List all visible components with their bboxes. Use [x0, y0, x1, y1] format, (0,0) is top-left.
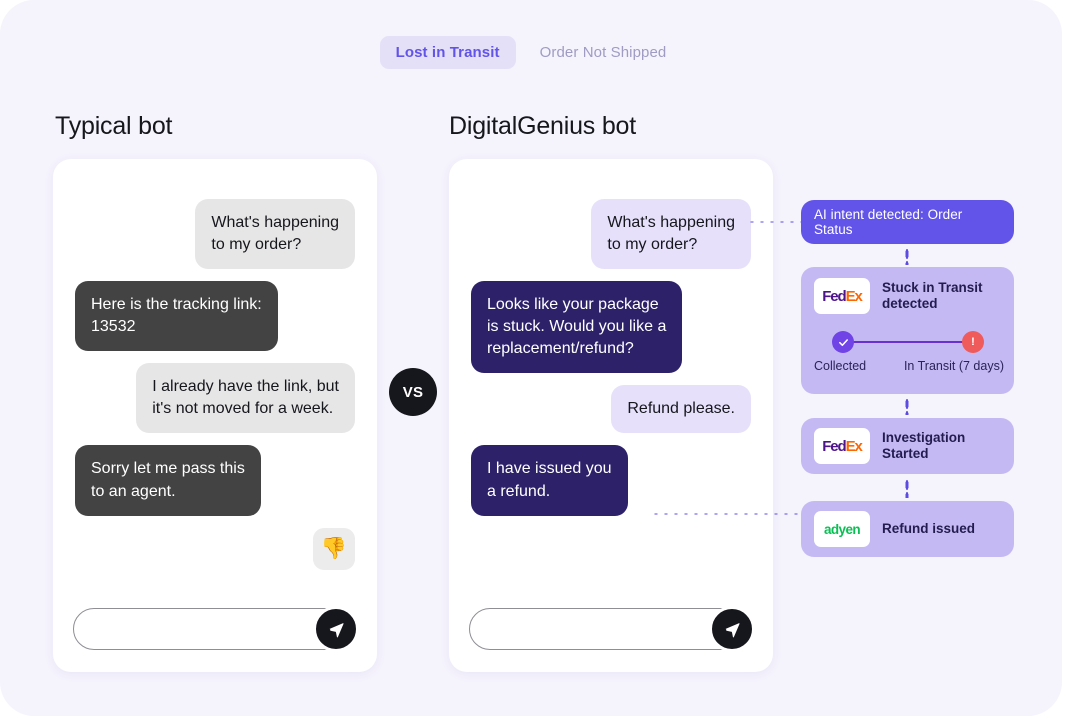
- chat-bubble-user: I already have the link, but it's not mo…: [136, 363, 355, 434]
- adyen-logo-text: adyen: [823, 521, 861, 537]
- connector-dots-vertical: [905, 479, 909, 498]
- check-icon: [832, 331, 854, 353]
- fedex-logo-text-primary: Fed: [822, 287, 846, 305]
- fedex-logo-text-secondary: Ex: [845, 287, 863, 305]
- chat-bubble-user: Refund please.: [611, 385, 751, 434]
- ai-intent-card: AI intent detected: Order Status: [801, 200, 1014, 244]
- stuck-in-transit-title: Stuck in Transit detected: [882, 279, 983, 311]
- refund-issued-card: adyen Refund issued: [801, 501, 1014, 557]
- typical-bot-chat-panel: What's happening to my order? Here is th…: [53, 159, 377, 672]
- digitalgenius-bot-composer[interactable]: [469, 606, 755, 652]
- digitalgenius-bot-chat-panel: What's happening to my order? Looks like…: [449, 159, 773, 672]
- refund-issued-title: Refund issued: [882, 520, 976, 536]
- ai-intent-label: AI intent detected: Order Status: [814, 207, 963, 237]
- chat-bubble-bot: Sorry let me pass this to an agent.: [75, 445, 261, 516]
- chat-bubble-user: What's happening to my order?: [591, 199, 751, 270]
- card-header-row: FedEx Investigation Started: [801, 418, 1014, 464]
- shipment-progress-track: !: [832, 331, 984, 353]
- tab-order-not-shipped[interactable]: Order Not Shipped: [524, 36, 683, 69]
- fedex-logo-text-secondary: Ex: [845, 437, 863, 455]
- stuck-in-transit-card: FedEx Stuck in Transit detected ! Collec…: [801, 267, 1014, 394]
- progress-line: [843, 341, 973, 343]
- fedex-logo: FedEx: [814, 428, 870, 464]
- send-icon[interactable]: [313, 606, 359, 652]
- card-header-row: FedEx Stuck in Transit detected: [801, 267, 1014, 314]
- chat-bubble-bot: Looks like your package is stuck. Would …: [471, 281, 683, 374]
- progress-label-collected: Collected: [814, 359, 867, 373]
- card-header-row: adyen Refund issued: [801, 501, 1014, 547]
- investigation-title: Investigation Started: [882, 429, 966, 461]
- chat-bubble-bot: I have issued you a refund.: [471, 445, 628, 516]
- tab-lost-in-transit[interactable]: Lost in Transit: [379, 36, 516, 69]
- chat-bubble-user: What's happening to my order?: [195, 199, 355, 270]
- typical-bot-heading: Typical bot: [55, 112, 173, 140]
- vs-badge: VS: [389, 368, 437, 416]
- screenshot-root: Lost in Transit Order Not Shipped Typica…: [0, 0, 1086, 716]
- fedex-logo-text-primary: Fed: [822, 437, 846, 455]
- connector-dots-vertical: [905, 398, 909, 415]
- thumbs-down-icon[interactable]: 👎: [313, 527, 355, 570]
- digitalgenius-bot-heading: DigitalGenius bot: [449, 112, 636, 140]
- exclamation-icon: !: [962, 331, 984, 353]
- digitalgenius-message-list: What's happening to my order? Looks like…: [471, 199, 751, 528]
- investigation-card: FedEx Investigation Started: [801, 418, 1014, 474]
- scenario-tabs: Lost in Transit Order Not Shipped: [0, 36, 1062, 69]
- connector-dots-refund: [651, 512, 803, 516]
- chat-bubble-bot: Here is the tracking link: 13532: [75, 281, 278, 352]
- fedex-logo: FedEx: [814, 278, 870, 314]
- typical-bot-message-list: What's happening to my order? Here is th…: [75, 199, 355, 570]
- adyen-logo: adyen: [814, 511, 870, 547]
- progress-label-in-transit: In Transit (7 days): [903, 359, 1004, 373]
- send-icon[interactable]: [709, 606, 755, 652]
- typical-bot-composer[interactable]: [73, 606, 359, 652]
- connector-dots-vertical: [905, 248, 909, 265]
- connector-dots-intent: [747, 220, 803, 224]
- progress-labels: Collected In Transit (7 days): [814, 359, 1004, 373]
